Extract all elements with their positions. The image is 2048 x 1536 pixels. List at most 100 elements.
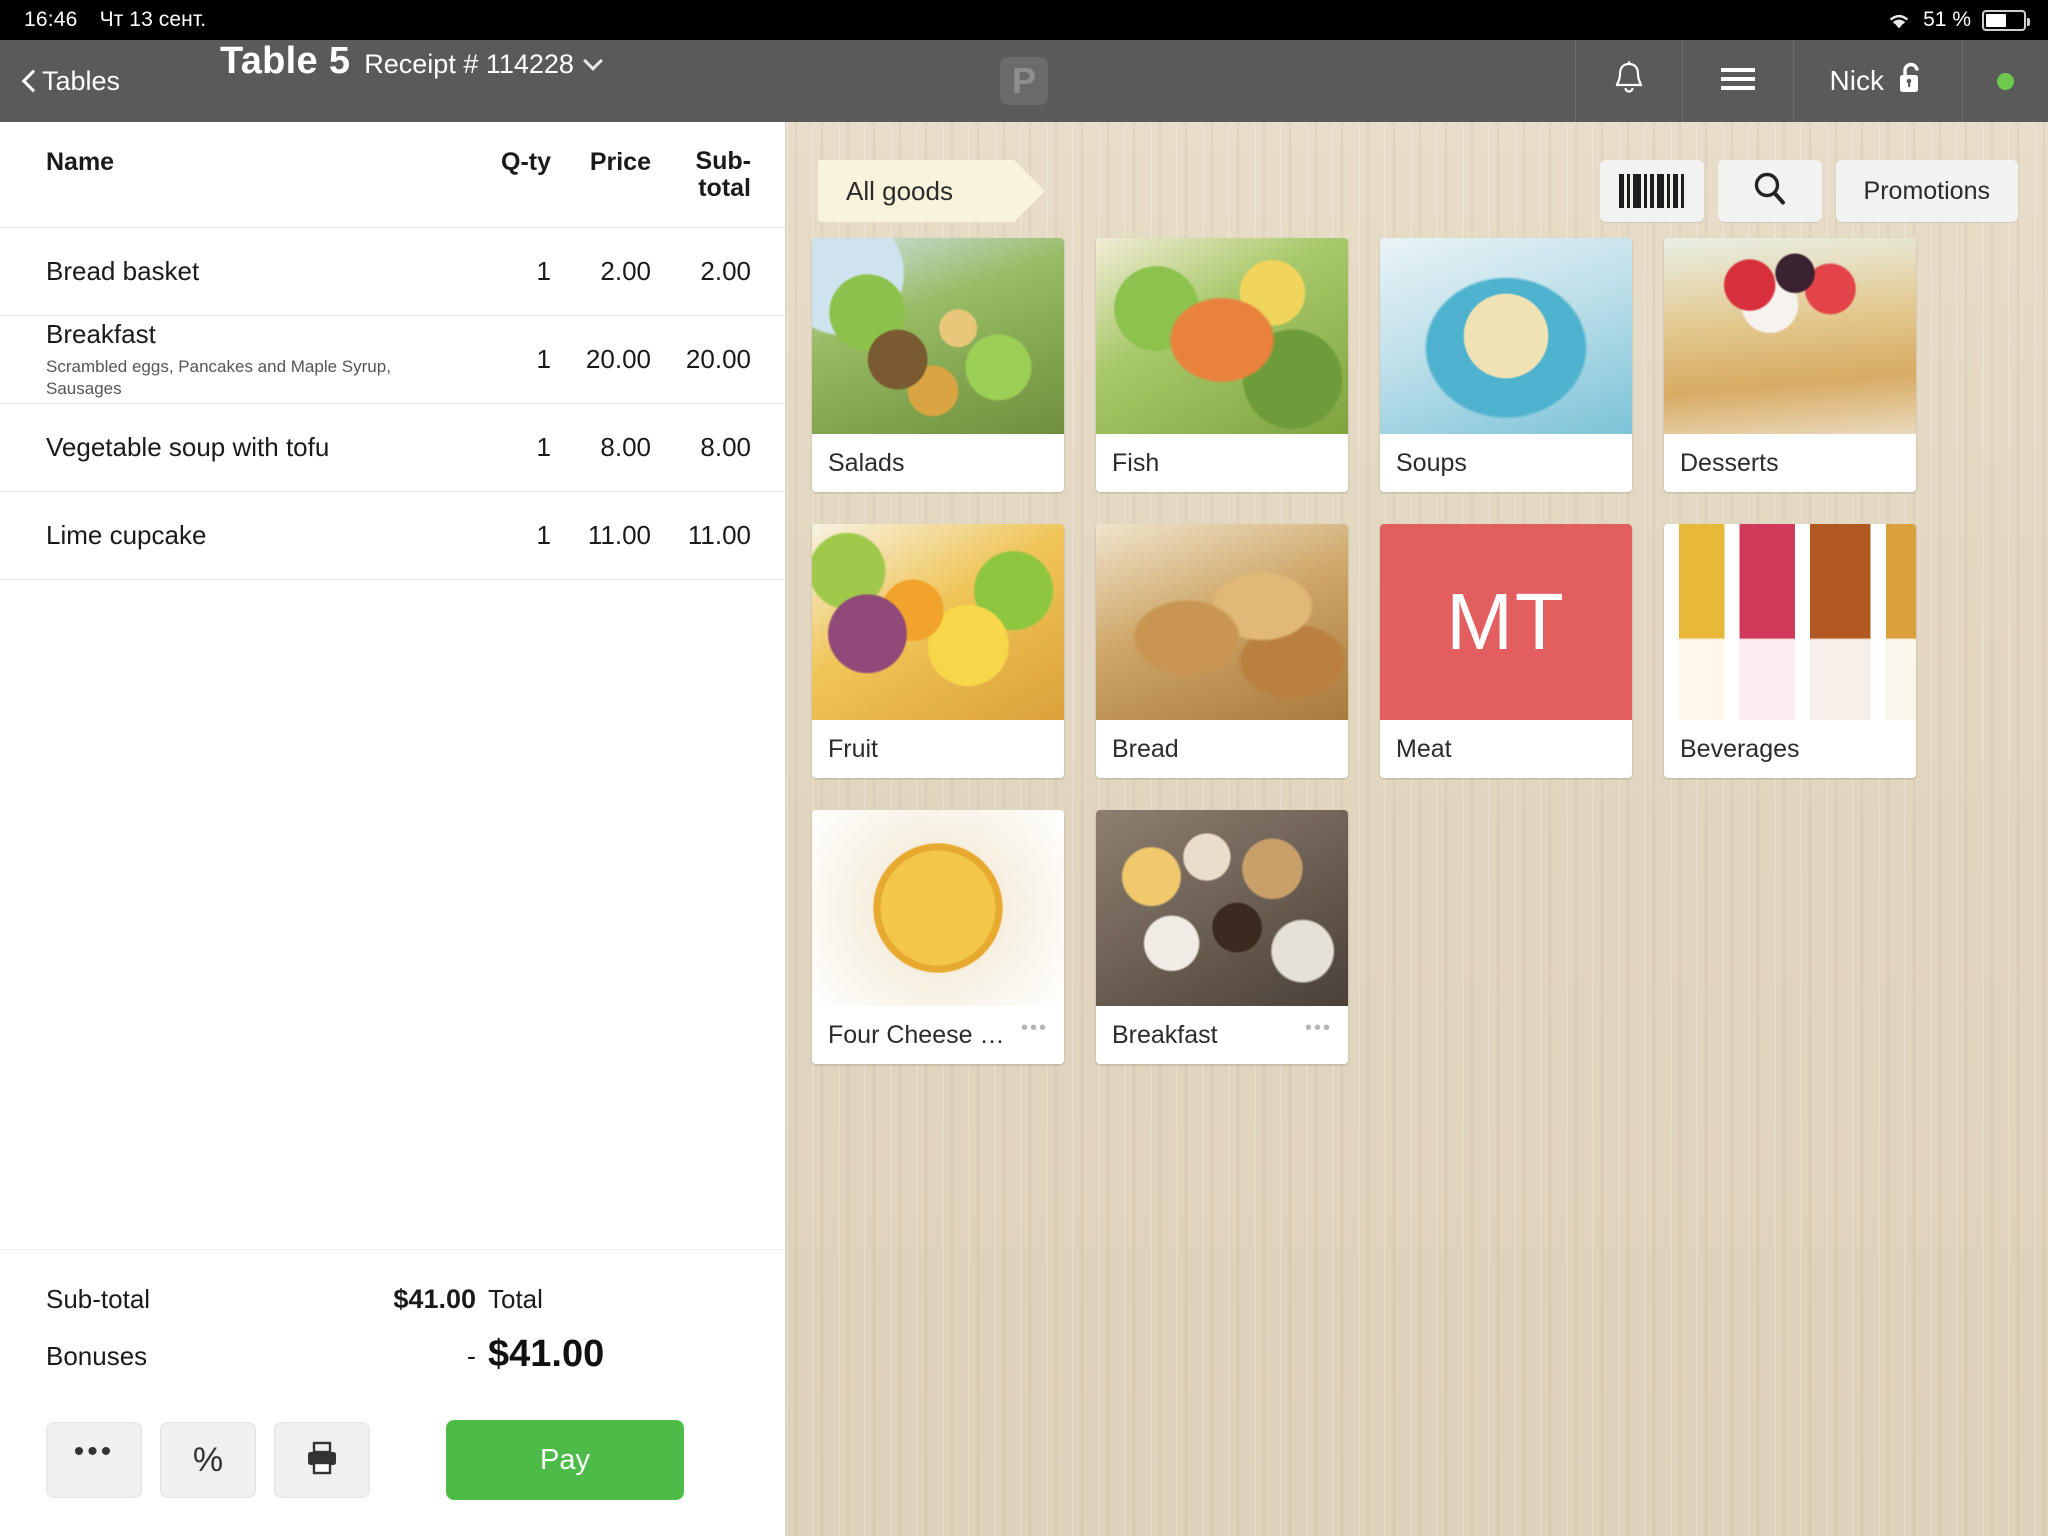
pay-button[interactable]: Pay [446,1420,684,1500]
receipt-empty-space [0,580,785,1250]
catalog-tile-image [1096,524,1348,720]
catalog-tile[interactable]: Soups [1380,238,1632,492]
catalog-tile-image [1096,810,1348,1006]
catalog-tile-label-row: Salads [812,434,1064,492]
receipt-item-price: 8.00 [600,432,651,462]
catalog-tile-more-icon[interactable]: ••• [1021,1017,1048,1040]
receipt-item-row[interactable]: Vegetable soup with tofu 1 8.00 8.00 [0,404,785,492]
back-to-tables-label: Tables [42,65,121,96]
receipt-item-row[interactable]: Breakfast Scrambled eggs, Pancakes and Ma… [0,316,785,404]
catalog-tile-image [1664,524,1916,720]
column-header-subtotal-line2: total [698,174,751,202]
receipt-table-header: Name Q-ty Price Sub- total [0,122,785,228]
catalog-tile[interactable]: Salads [812,238,1064,492]
receipt-number-label: Receipt # 114228 [364,49,574,79]
receipt-item-row[interactable]: Lime cupcake 1 11.00 11.00 [0,492,785,580]
receipt-item-subtotal: 2.00 [700,256,751,286]
receipt-item-name-cell: Breakfast Scrambled eggs, Pancakes and Ma… [46,319,459,401]
breadcrumb-all-goods[interactable]: All goods [818,160,1045,222]
catalog-tile-label-row: Bread [1096,720,1348,778]
receipt-item-subtotal: 8.00 [700,432,751,462]
status-time: 16:46 [24,8,78,31]
catalog-tile-label-row: Fish [1096,434,1348,492]
receipt-item-subtotal: 11.00 [687,520,751,550]
catalog-tile-label-row: Four Cheese Pizza ••• [812,1006,1064,1064]
receipt-item-qty: 1 [536,520,551,550]
print-button[interactable] [274,1422,370,1498]
catalog-tile-image [812,238,1064,434]
nav-bar-right: Nick [1574,40,2048,122]
more-options-button[interactable]: ••• [46,1422,142,1498]
catalog-tile-label: Salads [828,448,905,477]
status-bar-right: 51 % [1886,8,2030,32]
catalog-toolbar: All goods Promotions [786,122,2048,228]
catalog-tile-label-row: Breakfast ••• [1096,1006,1348,1064]
receipt-items-list: Bread basket 1 2.00 2.00 Breakfast Scrambled … [0,228,785,580]
bonuses-row: Bonuses - [46,1341,476,1372]
total-value: $41.00 [488,1333,605,1375]
percent-icon: % [192,1440,224,1479]
catalog-tile[interactable]: Desserts [1664,238,1916,492]
catalog-tile-more-icon[interactable]: ••• [1305,1017,1332,1040]
receipt-item-name: Breakfast [46,318,156,349]
battery-icon [1982,9,2030,31]
bonuses-value: - [467,1341,476,1371]
catalog-tile[interactable]: Beverages [1664,524,1916,778]
bonuses-label: Bonuses [46,1341,148,1371]
catalog-tile-label: Desserts [1680,448,1779,477]
wifi-icon [1886,11,1912,30]
back-to-tables-button[interactable]: Tables [0,40,120,122]
totals-breakdown: Sub-total $41.00 Bonuses - [46,1284,476,1398]
user-button[interactable]: Nick [1792,40,1962,122]
column-header-qty: Q-ty [501,148,551,176]
catalog-tile-label: Breakfast [1112,1020,1218,1049]
catalog-tile[interactable]: MT Meat [1380,524,1632,778]
catalog-tile-image [812,524,1064,720]
catalog-tile-label: Fruit [828,734,878,763]
status-dot [1997,72,2014,90]
barcode-scan-button[interactable] [1599,160,1704,222]
status-bar: 16:46 Чт 13 сент. 51 % [0,0,2048,40]
receipt-selector[interactable]: Receipt # 114228 [364,49,601,80]
notifications-button[interactable] [1574,40,1682,122]
discount-button[interactable]: % [160,1422,256,1498]
total-label: Total [488,1284,543,1314]
catalog-tile[interactable]: Four Cheese Pizza ••• [812,810,1064,1064]
receipt-panel: Name Q-ty Price Sub- total Bread basket 1… [0,122,786,1536]
status-bar-left: 16:46 Чт 13 сент. [24,8,206,32]
catalog-tile-initials: MT [1380,524,1632,720]
catalog-tile[interactable]: Fish [1096,238,1348,492]
user-name-label: Nick [1829,65,1884,96]
receipt-item-qty: 1 [536,256,551,286]
menu-button[interactable] [1681,40,1793,122]
catalog-tile[interactable]: Fruit [812,524,1064,778]
unlock-icon [1896,60,1926,103]
catalog-tile[interactable]: Bread [1096,524,1348,778]
catalog-tile-label-row: Soups [1380,434,1632,492]
column-header-subtotal-line1: Sub- [695,147,751,175]
column-header-subtotal: Sub- total [651,148,751,202]
catalog-grid: Salads Fish Soups Desserts Fruit Bread MT Meat B… [786,228,2048,1064]
chevron-left-icon [22,69,36,93]
catalog-tile[interactable]: Breakfast ••• [1096,810,1348,1064]
catalog-panel: All goods Promotions Salads Fish Soups D… [786,122,2048,1536]
catalog-tile-label: Fish [1112,448,1160,477]
catalog-tile-label: Meat [1396,734,1452,763]
receipt-item-name-cell: Bread basket [46,256,459,287]
catalog-tile-label-row: Beverages [1664,720,1916,778]
receipt-actions: ••• % Pay [0,1398,785,1536]
hamburger-menu-icon [1719,65,1757,98]
catalog-tile-image [1380,238,1632,434]
pos-app: 16:46 Чт 13 сент. 51 % Tables Table 5 Re… [0,0,2048,1536]
catalog-tile-image [1664,238,1916,434]
search-button[interactable] [1717,160,1822,222]
receipt-item-row[interactable]: Bread basket 1 2.00 2.00 [0,228,785,316]
totals-section: Sub-total $41.00 Bonuses - Total $41.00 [0,1250,785,1398]
promotions-button[interactable]: Promotions [1835,160,2018,222]
promotions-label: Promotions [1863,176,1990,205]
pay-button-label: Pay [540,1443,590,1476]
grand-total: Total $41.00 [476,1284,739,1398]
receipt-item-qty: 1 [536,344,551,374]
receipt-table: Name Q-ty Price Sub- total Bread basket 1… [0,122,785,580]
receipt-item-description: Scrambled eggs, Pancakes and Maple Syrup… [46,356,391,398]
